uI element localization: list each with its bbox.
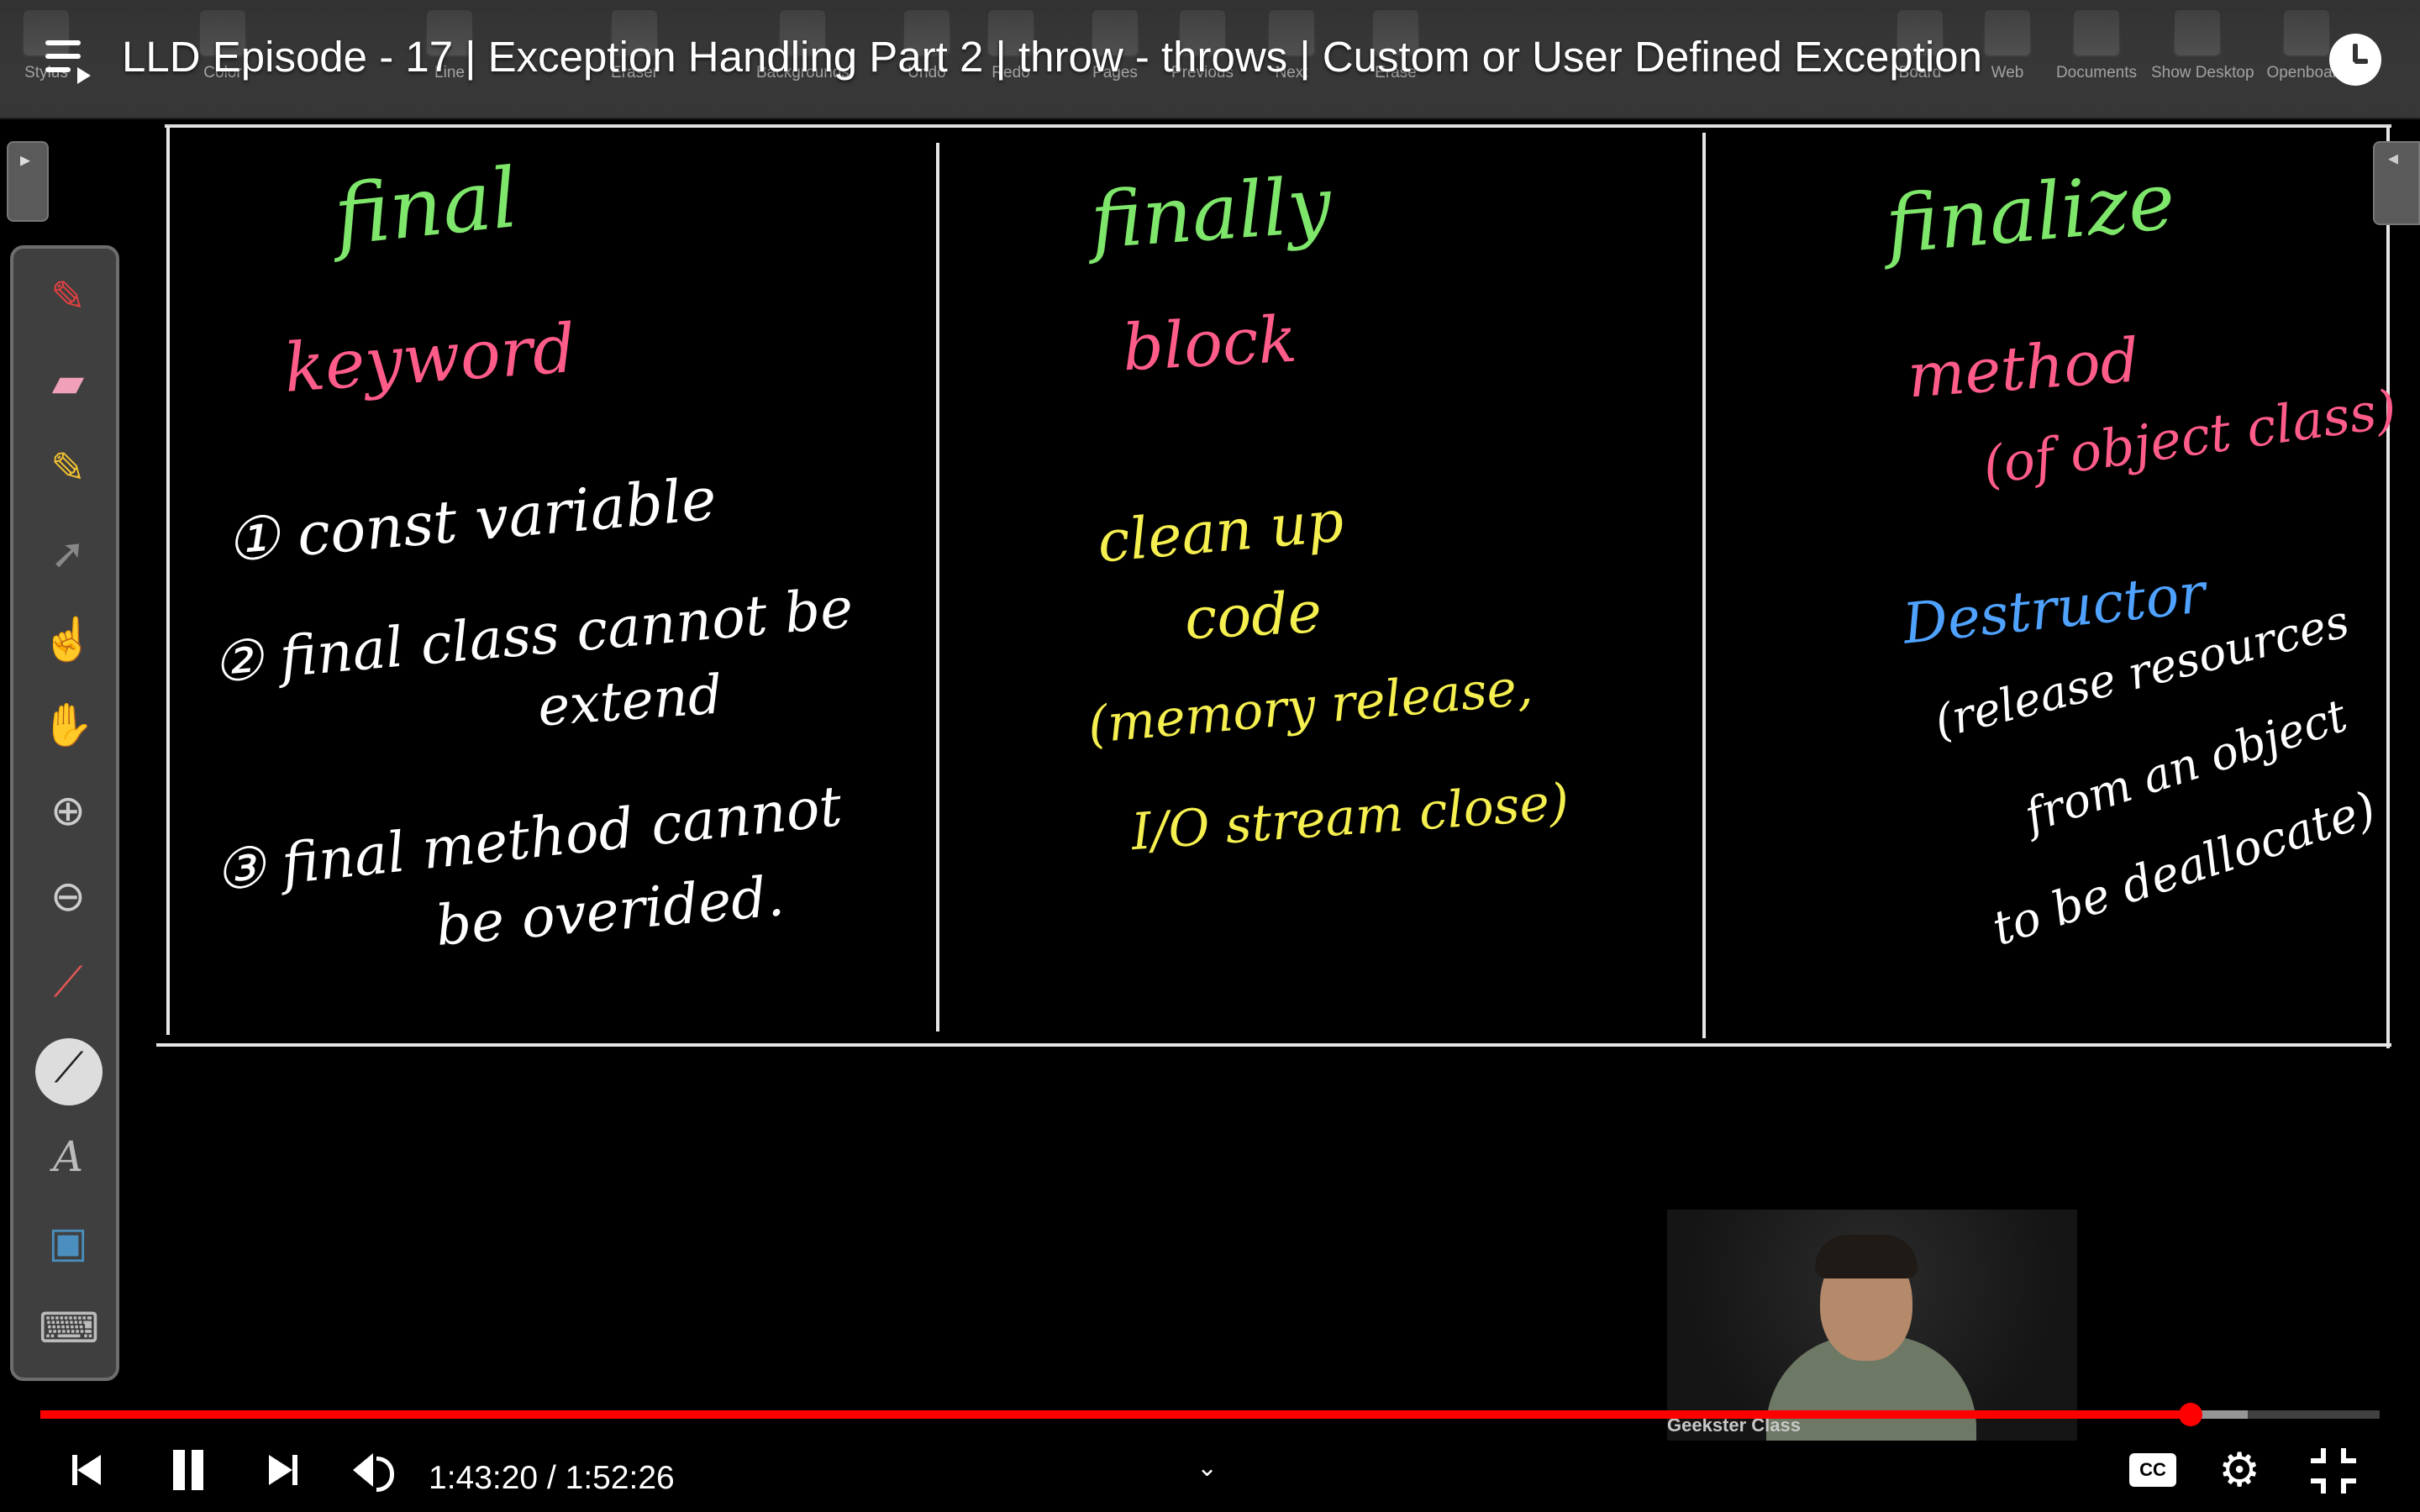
finally-line-2: code [1183, 579, 1323, 654]
selector-icon[interactable]: ➚ [39, 524, 97, 583]
pointer-stick-icon[interactable]: ⟋ [39, 953, 97, 1011]
board-side-tab[interactable] [7, 141, 49, 222]
finally-line-1: clean up [1095, 488, 1347, 576]
previous-video-button[interactable] [67, 1445, 108, 1495]
zoom-in-icon[interactable]: ⊕ [39, 781, 97, 840]
eraser-icon[interactable]: ▰ [39, 353, 97, 412]
settings-gear-icon[interactable]: ⚙ [2218, 1446, 2260, 1494]
pause-button[interactable] [165, 1445, 212, 1495]
keyboard-icon[interactable]: ⌨ [39, 1299, 99, 1357]
volume-button[interactable] [351, 1445, 397, 1495]
final-point-2-line2: extend [535, 664, 725, 739]
tool-palette: ✎ ▰ ✎ ➚ ☝ ✋ ⊕ ⊖ ⟋ ⟋ A ▣ ⌨ [10, 245, 119, 1381]
finally-heading: finally [1087, 160, 1334, 266]
final-point-1: ① const variable [223, 464, 719, 576]
hand-icon[interactable]: ✋ [39, 696, 97, 754]
finally-line-4: I/O stream close) [1129, 772, 1571, 863]
chevron-down-icon[interactable]: ⌄ [1197, 1453, 1218, 1483]
capture-icon[interactable]: ▣ [39, 1213, 97, 1272]
final-point-2-line1: ② final class cannot be [210, 575, 856, 696]
finalize-heading: finalize [1881, 155, 2179, 272]
time-display: 1:43:20 / 1:52:26 [429, 1460, 675, 1496]
video-title[interactable]: LLD Episode - 17 | Exception Handling Pa… [122, 32, 1982, 81]
final-point-3-line2: be overided. [433, 864, 787, 958]
library-tab[interactable] [2373, 141, 2420, 225]
laser-pointer-icon[interactable]: ☝ [39, 610, 97, 669]
clock-icon[interactable] [2329, 34, 2381, 86]
keyword-label: keyword [281, 309, 578, 407]
method-label: method [1905, 324, 2142, 412]
progress-bar[interactable] [40, 1403, 2380, 1426]
progress-played [40, 1410, 2191, 1419]
captions-button[interactable]: CC [2129, 1453, 2176, 1487]
finally-line-3: (memory release, [1085, 658, 1535, 755]
title-overlay: LLD Episode - 17 | Exception Handling Pa… [0, 0, 2420, 126]
pen-icon[interactable]: ✎ [39, 267, 97, 326]
final-heading: final [329, 150, 523, 265]
presenter-webcam: Geekster Class [1667, 1210, 2077, 1441]
next-video-button[interactable] [264, 1445, 304, 1495]
block-label: block [1120, 301, 1299, 386]
playlist-menu-icon[interactable] [45, 40, 92, 84]
line-icon[interactable]: ⟋ [35, 1038, 103, 1105]
text-icon[interactable]: A [39, 1127, 97, 1186]
player-controls: 1:43:20 / 1:52:26 ⌄ CC ⚙ [0, 1428, 2420, 1512]
zoom-out-icon[interactable]: ⊖ [39, 867, 97, 926]
presenter-hair [1815, 1235, 1918, 1278]
marker-icon[interactable]: ✎ [39, 438, 97, 497]
progress-scrubber[interactable] [2178, 1403, 2202, 1426]
exit-fullscreen-button[interactable] [2311, 1448, 2356, 1494]
